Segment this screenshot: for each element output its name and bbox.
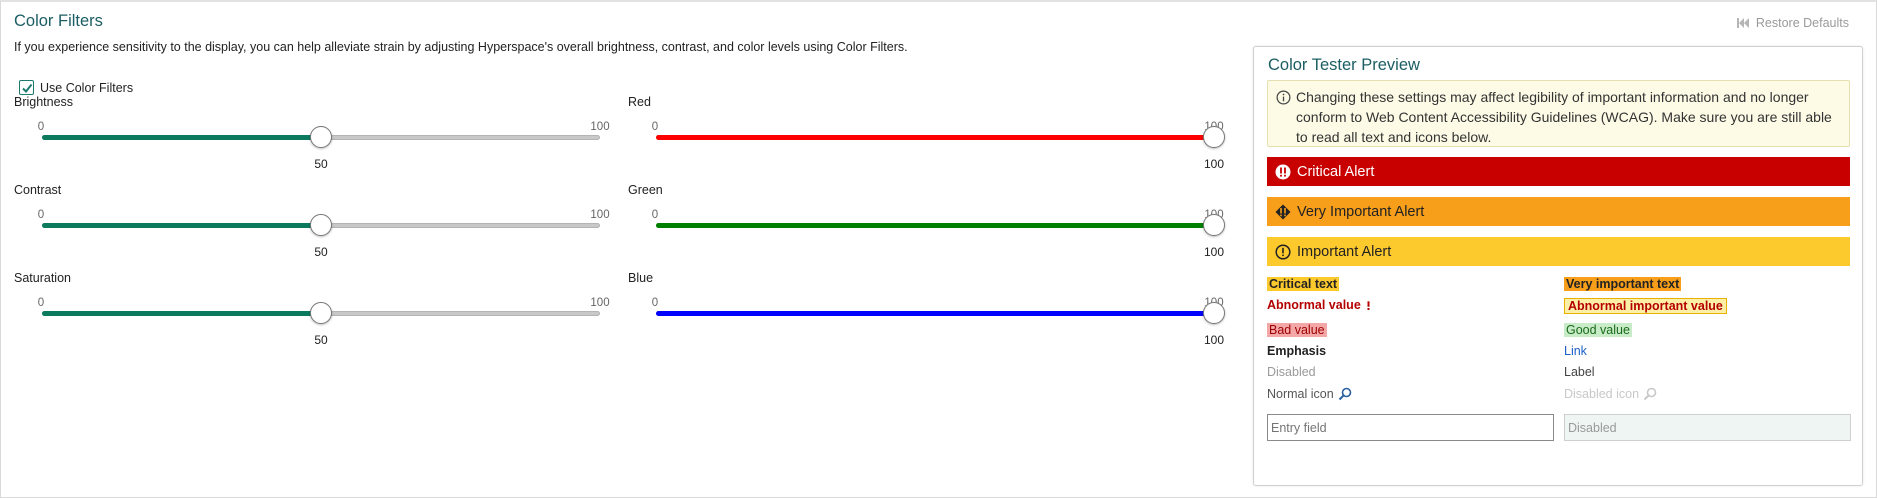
slider-fill [42, 311, 321, 316]
slider-label: Blue [628, 271, 654, 285]
disabled-icon-label: Disabled icon [1564, 387, 1640, 401]
abnormal-important-value-sample: Abnormal important value [1564, 298, 1727, 314]
critical-alert-icon [1275, 164, 1291, 179]
slider-max-label: 100 [590, 121, 610, 133]
use-color-filters-label: Use Color Filters [40, 80, 134, 95]
important-alert-icon [1275, 243, 1291, 260]
slider-value: 50 [314, 245, 328, 259]
slider-thumb[interactable] [310, 302, 332, 324]
slider-label: Red [628, 95, 651, 109]
checkbox-box[interactable] [19, 80, 34, 95]
slider-label: Brightness [14, 95, 74, 109]
skip-back-icon [1736, 18, 1749, 28]
search-icon [1338, 387, 1351, 401]
slider-value: 100 [1203, 333, 1225, 347]
slider-max-label: 100 [590, 209, 610, 221]
slider-fill [656, 223, 1214, 228]
link-sample[interactable]: Link [1564, 344, 1587, 358]
normal-icon-label: Normal icon [1267, 387, 1334, 401]
disabled-text-sample: Disabled [1267, 365, 1316, 379]
search-icon [1643, 387, 1657, 401]
slider-thumb[interactable] [310, 126, 332, 148]
disabled-icon-sample: Disabled icon [1564, 387, 1657, 401]
slider-fill [656, 311, 1214, 316]
contrast-slider[interactable]: Contrast 0 100 50 [14, 183, 610, 271]
color-tester-preview: Color Tester Preview Changing these sett… [1253, 46, 1863, 486]
slider-fill [42, 135, 321, 140]
entry-field[interactable] [1267, 414, 1554, 441]
very-important-alert: Very Important Alert [1267, 197, 1850, 226]
green-slider[interactable]: Green 0 100 100 [628, 183, 1225, 271]
restore-defaults-label: Restore Defaults [1755, 16, 1849, 30]
bad-value-sample: Bad value [1267, 323, 1327, 337]
critical-alert-label: Critical Alert [1297, 163, 1375, 180]
normal-icon-sample: Normal icon [1267, 387, 1352, 401]
brightness-slider[interactable]: Brightness 0 100 50 [14, 95, 610, 183]
very-important-text-sample: Very important text [1564, 277, 1682, 291]
important-alert: Important Alert [1267, 237, 1850, 266]
saturation-slider[interactable]: Saturation 0 100 50 [14, 271, 610, 359]
slider-value: 50 [314, 333, 328, 347]
page-description: If you experience sensitivity to the dis… [14, 40, 908, 54]
slider-label: Green [628, 183, 663, 197]
slider-label: Saturation [14, 271, 71, 285]
slider-thumb[interactable] [1203, 302, 1225, 324]
restore-defaults-button[interactable]: Restore Defaults [1736, 16, 1849, 30]
wcag-notice: Changing these settings may affect legib… [1267, 80, 1850, 147]
slider-value: 50 [314, 157, 328, 171]
emphasis-sample: Emphasis [1267, 344, 1327, 358]
preview-title: Color Tester Preview [1268, 56, 1420, 74]
slider-fill [656, 135, 1214, 140]
abnormal-value-text: Abnormal value [1267, 298, 1361, 312]
label-sample: Label [1564, 365, 1595, 379]
disabled-field: Disabled [1564, 414, 1851, 441]
important-alert-label: Important Alert [1297, 243, 1392, 260]
slider-min-label: 0 [37, 209, 45, 221]
slider-min-label: 0 [651, 209, 659, 221]
exclamation-icon [1367, 300, 1370, 310]
checkmark-icon [21, 83, 32, 93]
critical-alert: Critical Alert [1267, 157, 1850, 186]
slider-min-label: 0 [37, 121, 45, 133]
use-color-filters-checkbox[interactable]: Use Color Filters [19, 80, 133, 95]
slider-min-label: 0 [651, 297, 659, 309]
slider-label: Contrast [14, 183, 62, 197]
slider-min-label: 0 [37, 297, 45, 309]
slider-thumb[interactable] [1203, 126, 1225, 148]
slider-value: 100 [1203, 245, 1225, 259]
slider-value: 100 [1203, 157, 1225, 171]
abnormal-value-sample: Abnormal value [1267, 298, 1371, 312]
blue-slider[interactable]: Blue 0 100 100 [628, 271, 1225, 359]
slider-max-label: 100 [590, 297, 610, 309]
red-slider[interactable]: Red 0 100 100 [628, 95, 1225, 183]
very-important-alert-icon [1275, 204, 1291, 219]
page-title: Color Filters [14, 12, 103, 30]
slider-thumb[interactable] [1203, 214, 1225, 236]
slider-fill [42, 223, 321, 228]
slider-min-label: 0 [651, 121, 659, 133]
wcag-notice-text: Changing these settings may affect legib… [1296, 89, 1832, 145]
slider-thumb[interactable] [310, 214, 332, 236]
very-important-alert-label: Very Important Alert [1297, 203, 1425, 220]
info-icon [1276, 90, 1291, 105]
critical-text-sample: Critical text [1267, 277, 1340, 291]
good-value-sample: Good value [1564, 323, 1632, 337]
